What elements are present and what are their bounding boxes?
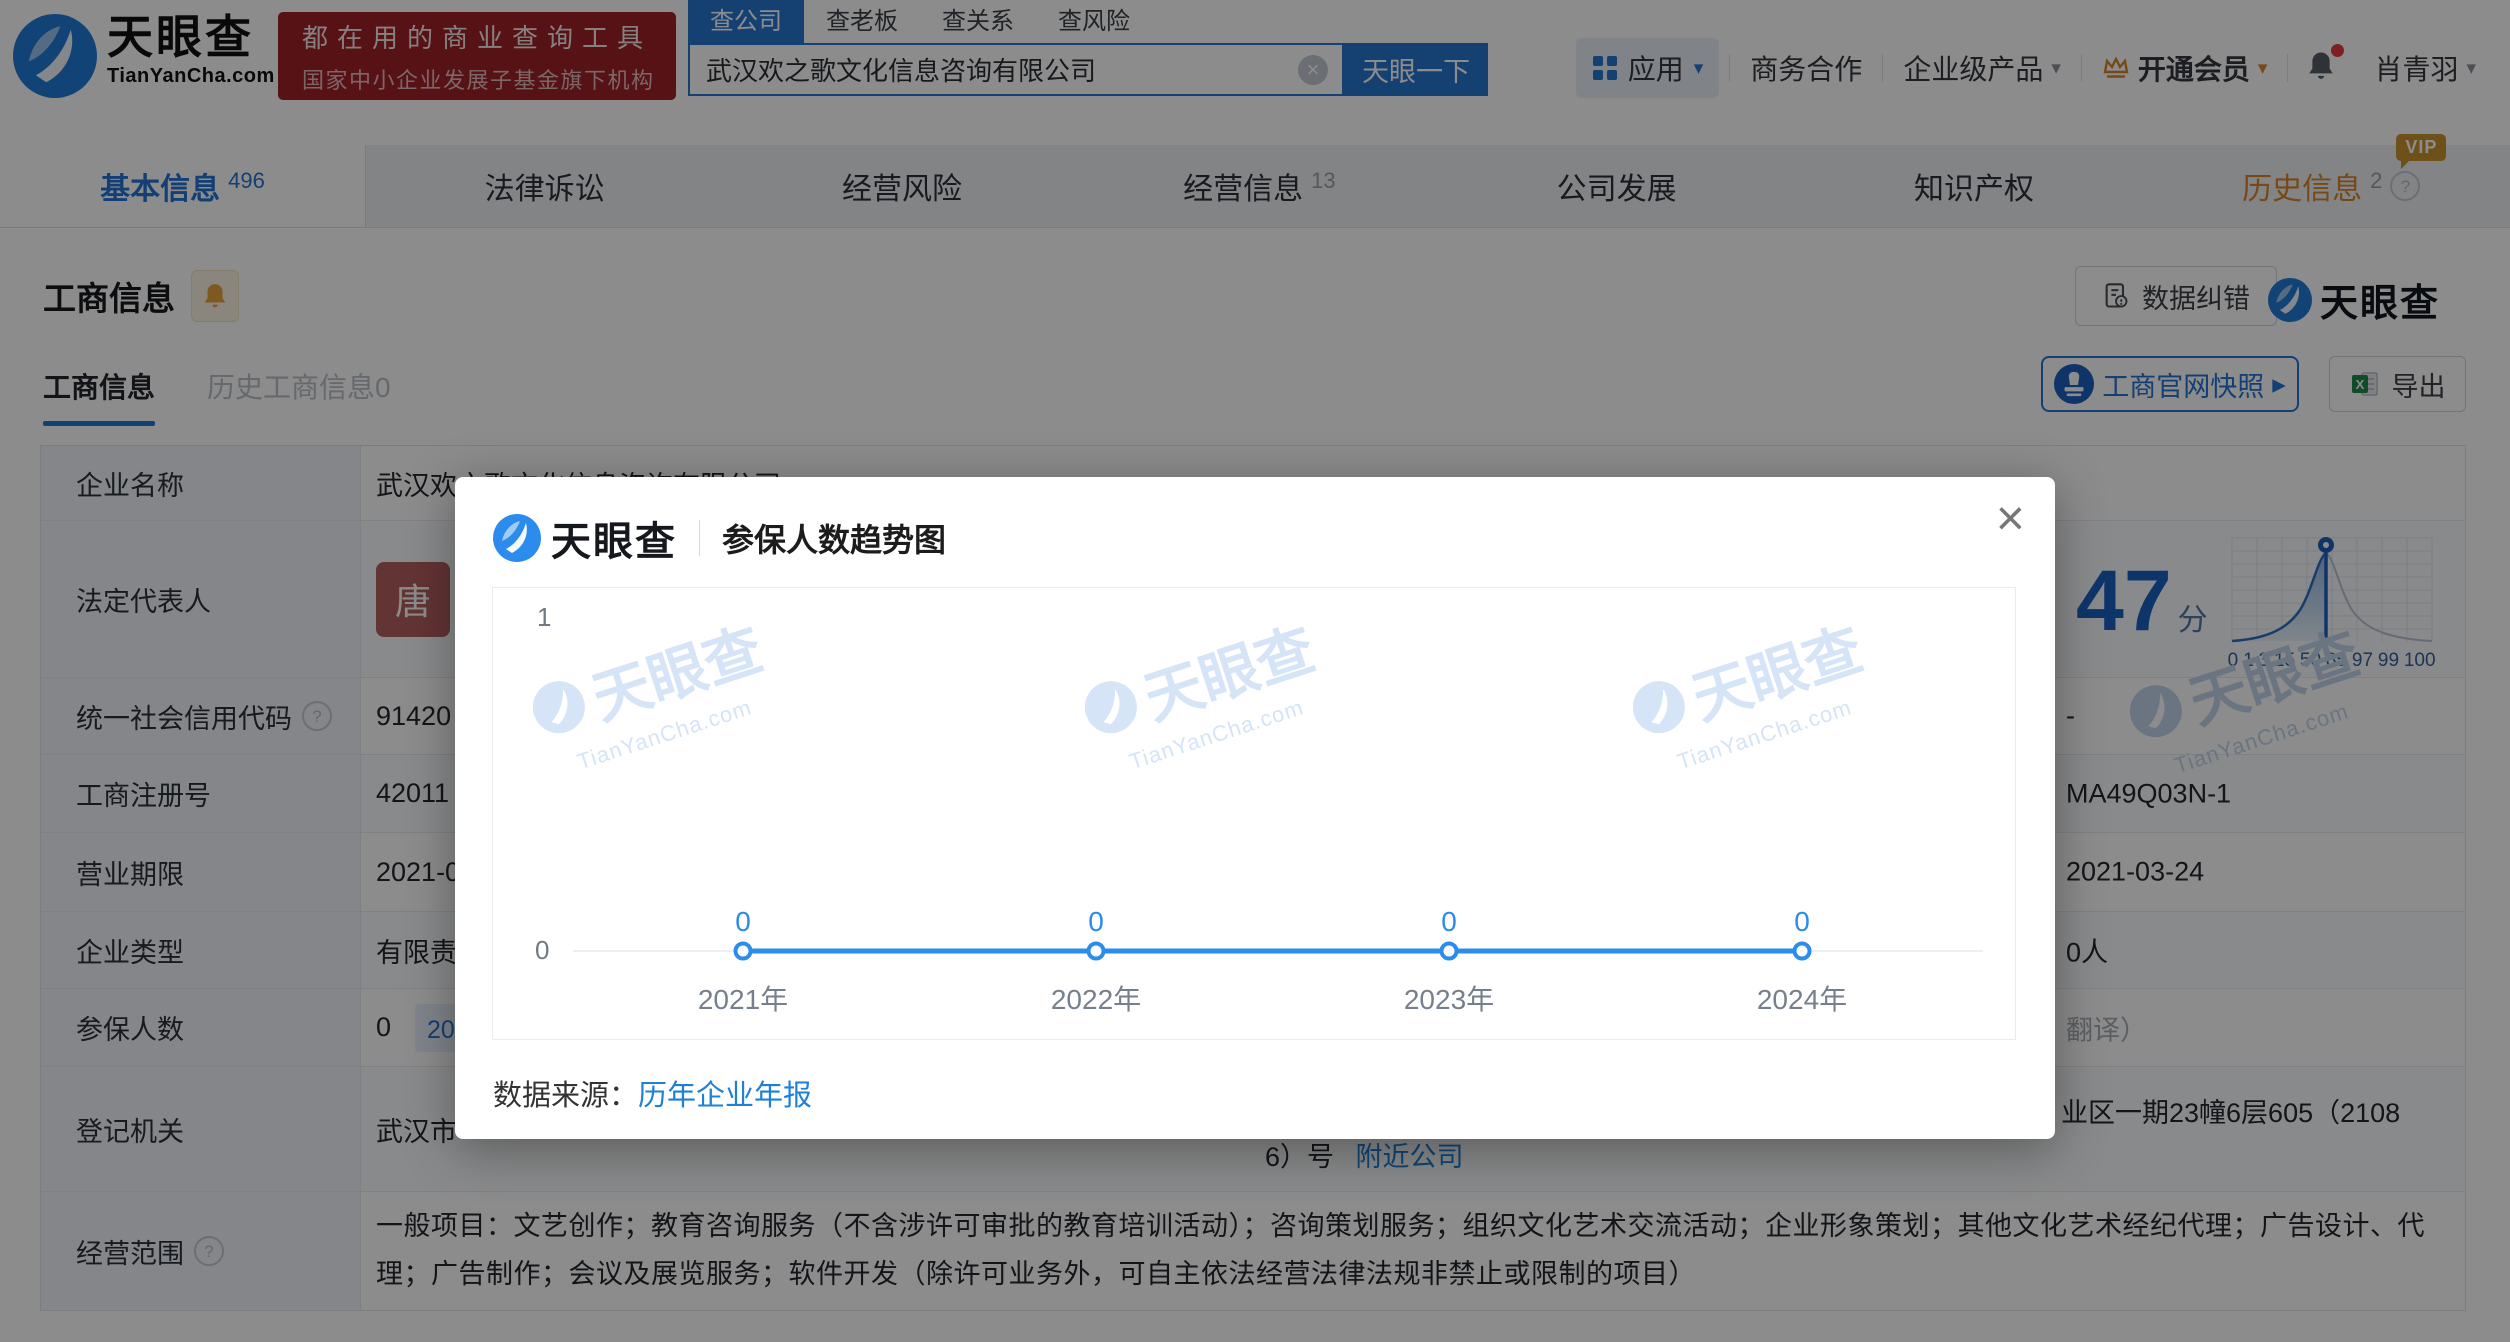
tianyancha-logo-icon xyxy=(493,514,541,562)
modal-brand: 天眼查 xyxy=(551,509,677,567)
annual-reports-link[interactable]: 历年企业年报 xyxy=(638,1080,812,1112)
insured-trend-modal: 天眼查 参保人数趋势图 × 天眼查 TianYanCha.com 天眼查 xyxy=(455,477,2055,1139)
data-point-label: 0 xyxy=(1088,906,1104,938)
x-axis-tick: 2022年 xyxy=(1051,978,1141,1018)
x-axis-tick: 2021年 xyxy=(698,978,788,1018)
close-icon[interactable]: × xyxy=(1996,493,2025,543)
data-point-label: 0 xyxy=(1794,906,1810,938)
divider xyxy=(699,520,700,556)
data-point-label: 0 xyxy=(1441,906,1457,938)
source-label: 数据来源： xyxy=(493,1080,638,1112)
x-axis-tick: 2024年 xyxy=(1757,978,1847,1018)
x-axis-tick: 2023年 xyxy=(1404,978,1494,1018)
y-axis-tick-min: 0 xyxy=(535,935,549,966)
y-axis-tick-max: 1 xyxy=(537,602,551,633)
data-point-label: 0 xyxy=(735,906,751,938)
line-chart-canvas xyxy=(493,588,2015,1039)
modal-title: 参保人数趋势图 xyxy=(722,515,946,561)
insured-trend-chart: 天眼查 TianYanCha.com 天眼查 TianYanCha.com 天眼… xyxy=(492,587,2016,1040)
